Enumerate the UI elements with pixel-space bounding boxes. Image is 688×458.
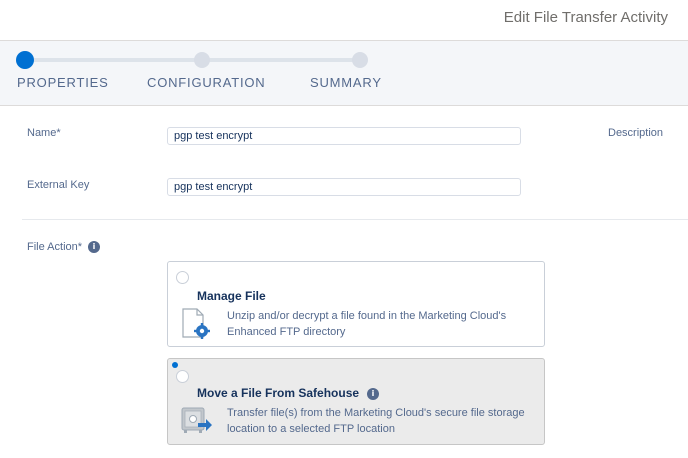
option-title-move-row: Move a File From Safehouse i bbox=[197, 386, 380, 400]
option-manage-file[interactable]: Manage File Unzip and/or decrypt a file … bbox=[167, 261, 545, 347]
option-title-manage-file: Manage File bbox=[197, 289, 266, 303]
file-gear-icon bbox=[182, 308, 210, 339]
external-key-label: External Key bbox=[27, 179, 90, 191]
name-label: Name* bbox=[27, 127, 61, 139]
step-label-properties[interactable]: PROPERTIES bbox=[17, 75, 109, 90]
step-label-summary[interactable]: SUMMARY bbox=[310, 75, 382, 90]
step-dot-configuration[interactable] bbox=[194, 52, 210, 68]
modal-header: Edit File Transfer Activity bbox=[0, 0, 688, 41]
option-title-move-from-safehouse: Move a File From Safehouse bbox=[197, 386, 360, 400]
description-label: Description bbox=[608, 127, 664, 139]
divider bbox=[22, 219, 688, 220]
info-icon[interactable]: i bbox=[88, 241, 101, 254]
option-desc-move-from-safehouse: Transfer file(s) from the Marketing Clou… bbox=[227, 407, 525, 435]
safe-move-icon bbox=[181, 407, 212, 433]
radio-move-from-safehouse[interactable] bbox=[176, 370, 189, 383]
radio-manage-file[interactable] bbox=[176, 271, 189, 284]
option-desc-manage-file: Unzip and/or decrypt a file found in the… bbox=[227, 310, 507, 338]
name-input[interactable] bbox=[167, 127, 521, 145]
step-label-configuration[interactable]: CONFIGURATION bbox=[147, 75, 266, 90]
step-dot-properties[interactable] bbox=[16, 51, 34, 69]
progress-steps: PROPERTIES CONFIGURATION SUMMARY bbox=[0, 41, 688, 106]
step-dot-summary[interactable] bbox=[352, 52, 368, 68]
info-icon-safehouse[interactable]: i bbox=[367, 387, 380, 400]
file-action-label-row: File Action* i bbox=[27, 241, 101, 254]
external-key-input[interactable] bbox=[167, 178, 521, 196]
file-action-label: File Action* bbox=[27, 241, 83, 253]
radio-selected-dot bbox=[172, 362, 178, 368]
progress-track bbox=[25, 58, 360, 62]
page-title: Edit File Transfer Activity bbox=[503, 9, 668, 26]
option-move-from-safehouse[interactable]: Move a File From Safehouse i Transfer fil… bbox=[167, 358, 545, 445]
